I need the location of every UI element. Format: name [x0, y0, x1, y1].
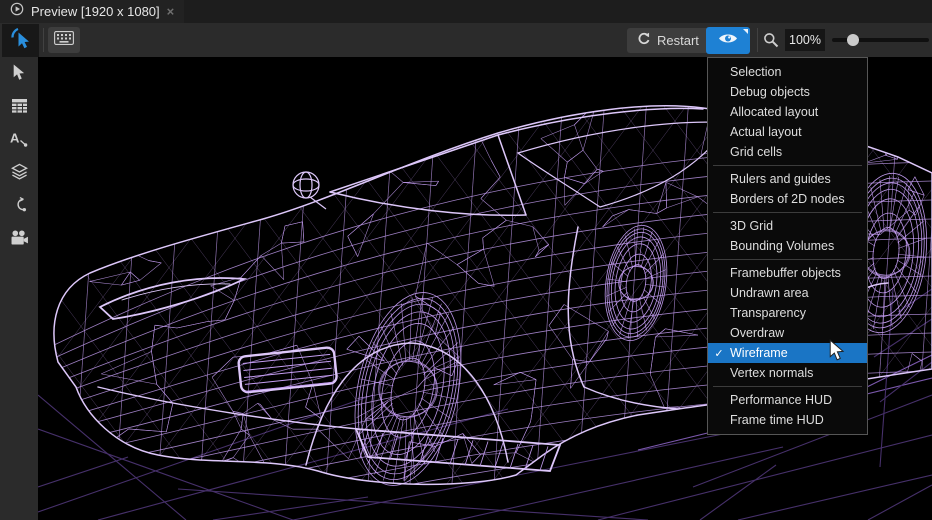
- menu-item-performance-hud[interactable]: Performance HUD: [708, 390, 867, 410]
- menu-item-label: Vertex normals: [730, 366, 813, 380]
- preview-window: Preview [1920 x 1080] × Restart: [0, 0, 932, 520]
- zoom-slider-handle[interactable]: [847, 34, 859, 46]
- menu-separator: [713, 259, 862, 260]
- main-toolbar: Restart 100%: [0, 23, 932, 57]
- sidebar-tool-text-edit[interactable]: A: [7, 131, 31, 151]
- touch-pointer-icon: [10, 27, 32, 54]
- menu-item-label: Bounding Volumes: [730, 239, 834, 253]
- menu-item-framebuffer-objects[interactable]: Framebuffer objects: [708, 263, 867, 283]
- sidebar-tool-select-pointer[interactable]: [7, 65, 31, 85]
- menu-item-label: Overdraw: [730, 326, 784, 340]
- sidebar-tool-table-view[interactable]: [7, 98, 31, 118]
- visualization-options-button[interactable]: [706, 27, 750, 54]
- menu-item-actual-layout[interactable]: Actual layout: [708, 122, 867, 142]
- menu-item-label: Rulers and guides: [730, 172, 831, 186]
- menu-item-debug-objects[interactable]: Debug objects: [708, 82, 867, 102]
- play-circle-icon: [10, 2, 24, 21]
- tab-close-icon[interactable]: ×: [167, 4, 175, 19]
- sidebar-tool-layers[interactable]: [7, 164, 31, 184]
- zoom-slider[interactable]: [832, 38, 929, 42]
- menu-item-label: Allocated layout: [730, 105, 818, 119]
- select-pointer-icon: [11, 64, 27, 86]
- menu-item-allocated-layout[interactable]: Allocated layout: [708, 102, 867, 122]
- check-icon: ✓: [708, 347, 730, 360]
- menu-item-label: Frame time HUD: [730, 413, 824, 427]
- sidebar-tool-camera[interactable]: [7, 230, 31, 250]
- menu-item-transparency[interactable]: Transparency: [708, 303, 867, 323]
- menu-item-label: Performance HUD: [730, 393, 832, 407]
- tool-sidebar: A: [0, 57, 38, 520]
- menu-item-wireframe[interactable]: ✓Wireframe: [708, 343, 867, 363]
- menu-item-label: 3D Grid: [730, 219, 773, 233]
- restart-icon: [637, 32, 651, 49]
- layers-icon: [11, 163, 28, 185]
- restart-label: Restart: [657, 33, 699, 48]
- toolbar-separator: [43, 28, 44, 52]
- menu-item-overdraw[interactable]: Overdraw: [708, 323, 867, 343]
- camera-icon: [10, 230, 29, 250]
- menu-item-3d-grid[interactable]: 3D Grid: [708, 216, 867, 236]
- menu-item-label: Undrawn area: [730, 286, 809, 300]
- magnifier-icon: [763, 32, 779, 53]
- tab-bar: Preview [1920 x 1080] ×: [0, 0, 932, 23]
- menu-item-selection[interactable]: Selection: [708, 62, 867, 82]
- menu-item-rulers-and-guides[interactable]: Rulers and guides: [708, 169, 867, 189]
- sidebar-tool-connections[interactable]: [7, 197, 31, 217]
- eye-icon: [718, 32, 738, 50]
- tab-preview[interactable]: Preview [1920 x 1080] ×: [0, 0, 184, 23]
- menu-item-label: Wireframe: [730, 346, 788, 360]
- menu-item-undrawn-area[interactable]: Undrawn area: [708, 283, 867, 303]
- touch-pointer-button[interactable]: [2, 24, 39, 57]
- menu-item-label: Borders of 2D nodes: [730, 192, 845, 206]
- keyboard-icon: [54, 31, 74, 50]
- menu-separator: [713, 165, 862, 166]
- menu-item-label: Debug objects: [730, 85, 810, 99]
- connections-icon: [11, 196, 27, 218]
- toolbar-separator: [757, 28, 758, 52]
- tab-title: Preview [1920 x 1080]: [31, 4, 160, 19]
- menu-item-label: Transparency: [730, 306, 806, 320]
- svg-text:A: A: [10, 131, 20, 146]
- visualization-menu: Selection Debug objects Allocated layout Ac…: [707, 57, 868, 435]
- menu-item-grid-cells[interactable]: Grid cells: [708, 142, 867, 162]
- restart-button[interactable]: Restart: [627, 28, 709, 53]
- text-edit-icon: A: [10, 130, 28, 152]
- menu-item-label: Grid cells: [730, 145, 782, 159]
- menu-item-vertex-normals[interactable]: Vertex normals: [708, 363, 867, 383]
- menu-item-borders-of-2d-nodes[interactable]: Borders of 2D nodes: [708, 189, 867, 209]
- menu-separator: [713, 212, 862, 213]
- menu-item-bounding-volumes[interactable]: Bounding Volumes: [708, 236, 867, 256]
- menu-item-label: Framebuffer objects: [730, 266, 841, 280]
- menu-item-label: Actual layout: [730, 125, 802, 139]
- table-view-icon: [11, 98, 28, 118]
- menu-item-label: Selection: [730, 65, 781, 79]
- zoom-level-value[interactable]: 100%: [785, 29, 825, 51]
- keyboard-button[interactable]: [48, 27, 80, 53]
- menu-separator: [713, 386, 862, 387]
- menu-item-frame-time-hud[interactable]: Frame time HUD: [708, 410, 867, 430]
